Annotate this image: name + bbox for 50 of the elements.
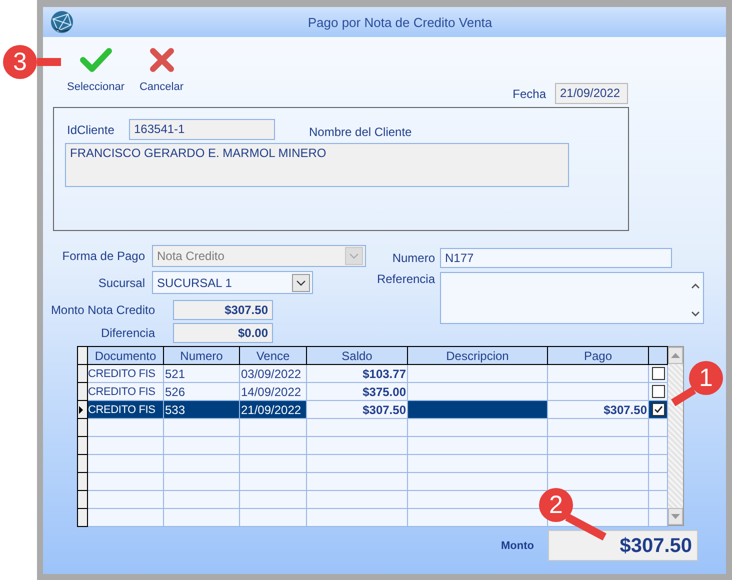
table-cell: CREDITO FIS — [88, 400, 164, 418]
scroll-down-icon[interactable] — [690, 311, 700, 317]
select-button[interactable]: Seleccionar — [65, 47, 126, 104]
scroll-up-icon[interactable] — [690, 283, 700, 289]
client-name-label: Nombre del Cliente — [309, 124, 412, 138]
client-id-label: IdCliente — [67, 122, 116, 136]
credit-note-amount-field[interactable]: $307.50 — [173, 300, 273, 320]
client-id-field[interactable]: 163541-1 — [129, 119, 275, 140]
checkbox[interactable] — [652, 367, 664, 380]
branch-dropdown[interactable]: SUCURSAL 1 — [152, 271, 313, 294]
client-name-field[interactable]: FRANCISCO GERARDO E. MARMOL MINERO — [65, 143, 569, 187]
column-header[interactable]: Saldo — [306, 346, 408, 364]
difference-field[interactable]: $0.00 — [173, 323, 273, 343]
reference-label: Referencia — [376, 272, 435, 286]
table-cell: CREDITO FIS — [88, 364, 164, 382]
x-icon — [148, 47, 174, 73]
date-field[interactable]: 21/09/2022 — [555, 83, 628, 104]
table-cell: $307.50 — [548, 400, 648, 418]
chevron-down-icon[interactable] — [292, 274, 310, 292]
column-header[interactable]: Numero — [164, 346, 240, 364]
credit-note-amount-label: Monto Nota Credito — [50, 303, 155, 317]
number-label: Numero — [391, 251, 435, 265]
table-cell: $307.50 — [306, 400, 408, 418]
triangle-down-icon — [671, 514, 680, 519]
table-cell: $103.77 — [306, 364, 408, 382]
checkbox[interactable] — [652, 403, 664, 416]
window-title: Pago por Nota de Credito Venta — [306, 14, 494, 30]
date-label: Fecha — [512, 86, 546, 100]
column-header[interactable]: Pago — [548, 346, 648, 364]
table-cell: 03/09/2022 — [240, 364, 306, 382]
table-cell: 521 — [164, 364, 240, 382]
total-field[interactable]: $307.50 — [548, 530, 698, 561]
reference-field[interactable] — [440, 272, 704, 324]
checkmark-icon — [80, 47, 112, 73]
table-cell: $375.00 — [306, 382, 408, 400]
branch-label: Sucursal — [97, 276, 145, 290]
column-header[interactable]: Documento — [88, 346, 164, 364]
table-cell: 21/09/2022 — [240, 400, 306, 418]
column-header[interactable]: Vence — [240, 346, 306, 364]
payment-method-label: Forma de Pago — [61, 249, 145, 263]
total-label: Monto — [501, 540, 534, 552]
cancel-button[interactable]: Cancelar — [137, 47, 186, 104]
difference-label: Diferencia — [100, 326, 155, 340]
globe-icon — [50, 10, 74, 34]
number-field[interactable]: N177 — [440, 248, 672, 268]
triangle-up-icon — [671, 353, 680, 358]
table-cell: 533 — [164, 400, 240, 418]
checkbox[interactable] — [652, 385, 664, 398]
callout-badge: 3 — [3, 45, 37, 79]
column-header[interactable]: Descripcion — [408, 346, 548, 364]
